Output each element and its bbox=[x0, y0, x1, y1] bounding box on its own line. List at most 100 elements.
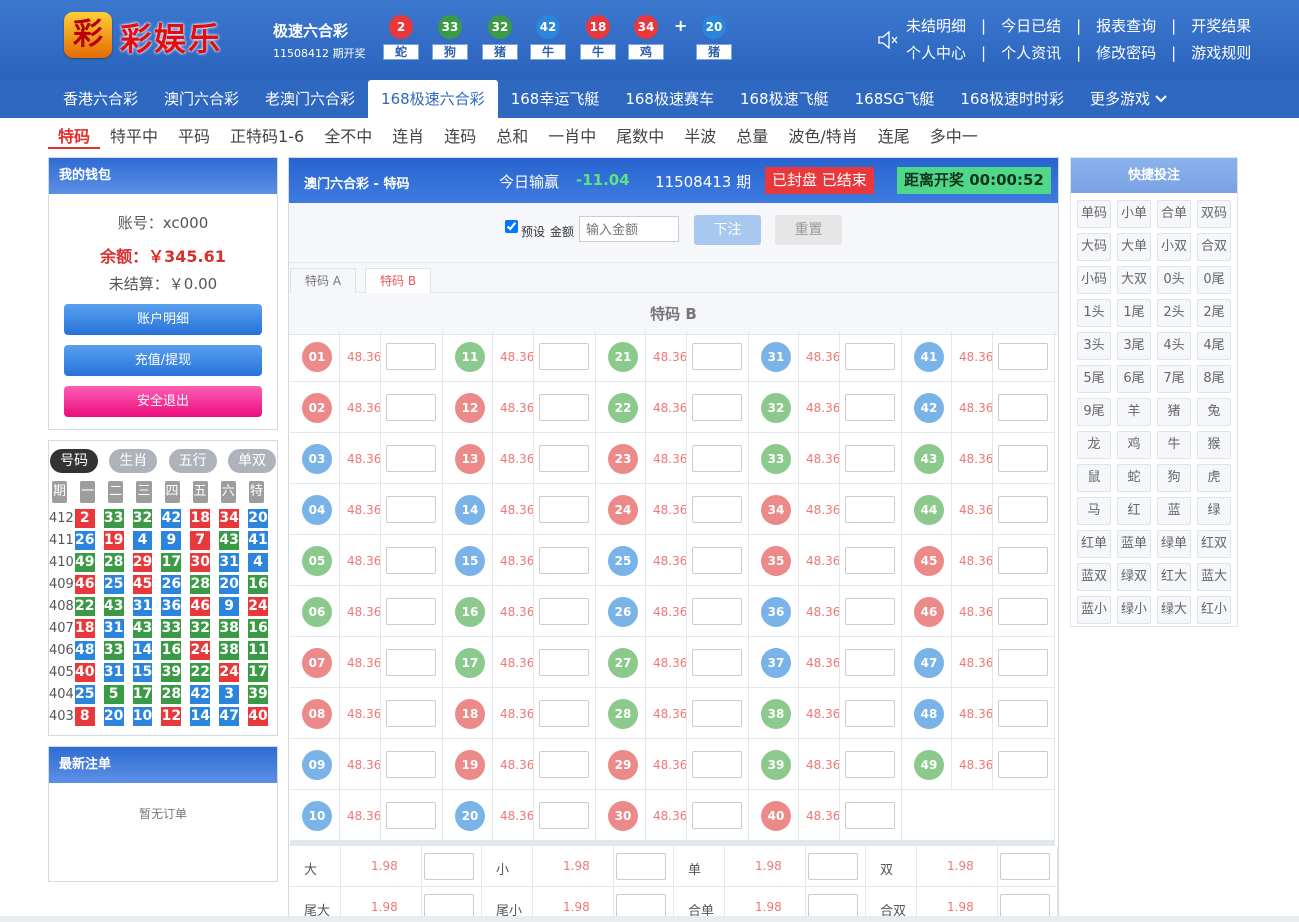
top-link[interactable]: 修改密码 bbox=[1096, 42, 1156, 63]
quick-bet-item[interactable]: 小双 bbox=[1157, 233, 1191, 261]
quick-bet-item[interactable]: 4尾 bbox=[1197, 332, 1231, 360]
number-ball[interactable]: 16 bbox=[455, 597, 485, 627]
nav-tab[interactable]: 澳门六合彩 bbox=[151, 80, 252, 118]
bet-amount-input[interactable] bbox=[845, 700, 895, 727]
extra-bet-input[interactable] bbox=[616, 853, 666, 880]
recharge-button[interactable]: 充值/提现 bbox=[64, 345, 262, 376]
quick-bet-item[interactable]: 绿小 bbox=[1117, 596, 1151, 624]
number-ball[interactable]: 26 bbox=[608, 597, 638, 627]
play-type-tab[interactable]: 特平中 bbox=[100, 119, 168, 149]
quick-bet-item[interactable]: 绿大 bbox=[1157, 596, 1191, 624]
bet-amount-input[interactable] bbox=[998, 394, 1048, 421]
quick-bet-item[interactable]: 猪 bbox=[1157, 398, 1191, 426]
number-ball[interactable]: 42 bbox=[914, 393, 944, 423]
number-ball[interactable]: 35 bbox=[761, 546, 791, 576]
quick-bet-item[interactable]: 猴 bbox=[1197, 431, 1231, 459]
quick-bet-item[interactable]: 红双 bbox=[1197, 530, 1231, 558]
play-type-tab[interactable]: 波色/特肖 bbox=[778, 119, 867, 149]
quick-bet-item[interactable]: 0头 bbox=[1157, 266, 1191, 294]
top-link[interactable]: 游戏规则 bbox=[1191, 42, 1251, 63]
amount-input[interactable] bbox=[579, 216, 679, 242]
mute-icon[interactable] bbox=[876, 29, 900, 51]
bet-amount-input[interactable] bbox=[998, 343, 1048, 370]
quick-bet-item[interactable]: 绿单 bbox=[1157, 530, 1191, 558]
number-ball[interactable]: 01 bbox=[302, 342, 332, 372]
number-ball[interactable]: 24 bbox=[608, 495, 638, 525]
nav-tab[interactable]: 168极速时时彩 bbox=[947, 80, 1077, 118]
quick-bet-item[interactable]: 绿双 bbox=[1117, 563, 1151, 591]
nav-tab[interactable]: 香港六合彩 bbox=[50, 80, 151, 118]
history-tab[interactable]: 生肖 bbox=[109, 449, 158, 473]
quick-bet-item[interactable]: 蓝大 bbox=[1197, 563, 1231, 591]
bet-amount-input[interactable] bbox=[998, 496, 1048, 523]
bet-amount-input[interactable] bbox=[692, 343, 742, 370]
bet-amount-input[interactable] bbox=[692, 751, 742, 778]
preset-checkbox[interactable] bbox=[505, 220, 518, 233]
bet-amount-input[interactable] bbox=[539, 445, 589, 472]
tab-tema-b[interactable]: 特码 B bbox=[365, 268, 432, 293]
bet-amount-input[interactable] bbox=[386, 598, 436, 625]
bet-amount-input[interactable] bbox=[386, 547, 436, 574]
number-ball[interactable]: 43 bbox=[914, 444, 944, 474]
quick-bet-item[interactable]: 3头 bbox=[1077, 332, 1111, 360]
quick-bet-item[interactable]: 红单 bbox=[1077, 530, 1111, 558]
quick-bet-item[interactable]: 3尾 bbox=[1117, 332, 1151, 360]
number-ball[interactable]: 44 bbox=[914, 495, 944, 525]
top-link[interactable]: 个人中心 bbox=[906, 42, 966, 63]
quick-bet-item[interactable]: 蛇 bbox=[1117, 464, 1151, 492]
number-ball[interactable]: 05 bbox=[302, 546, 332, 576]
history-tab[interactable]: 单双 bbox=[227, 449, 276, 473]
top-link[interactable]: 未结明细 bbox=[906, 15, 966, 36]
number-ball[interactable]: 48 bbox=[914, 699, 944, 729]
nav-tab[interactable]: 168幸运飞艇 bbox=[498, 80, 613, 118]
number-ball[interactable]: 34 bbox=[761, 495, 791, 525]
number-ball[interactable]: 33 bbox=[761, 444, 791, 474]
number-ball[interactable]: 15 bbox=[455, 546, 485, 576]
play-type-tab[interactable]: 半波 bbox=[674, 119, 726, 149]
number-ball[interactable]: 20 bbox=[455, 801, 485, 831]
bet-amount-input[interactable] bbox=[386, 496, 436, 523]
logout-button[interactable]: 安全退出 bbox=[64, 386, 262, 417]
number-ball[interactable]: 36 bbox=[761, 597, 791, 627]
number-ball[interactable]: 09 bbox=[302, 750, 332, 780]
quick-bet-item[interactable]: 小单 bbox=[1117, 200, 1151, 228]
quick-bet-item[interactable]: 1头 bbox=[1077, 299, 1111, 327]
quick-bet-item[interactable]: 小码 bbox=[1077, 266, 1111, 294]
bet-amount-input[interactable] bbox=[539, 598, 589, 625]
nav-tab[interactable]: 168极速赛车 bbox=[612, 80, 727, 118]
number-ball[interactable]: 41 bbox=[914, 342, 944, 372]
number-ball[interactable]: 07 bbox=[302, 648, 332, 678]
history-tab[interactable]: 五行 bbox=[168, 449, 217, 473]
quick-bet-item[interactable]: 2尾 bbox=[1197, 299, 1231, 327]
number-ball[interactable]: 29 bbox=[608, 750, 638, 780]
submit-bet-button[interactable]: 下注 bbox=[694, 215, 761, 245]
bet-amount-input[interactable] bbox=[998, 700, 1048, 727]
quick-bet-item[interactable]: 9尾 bbox=[1077, 398, 1111, 426]
bet-amount-input[interactable] bbox=[998, 598, 1048, 625]
quick-bet-item[interactable]: 蓝 bbox=[1157, 497, 1191, 525]
number-ball[interactable]: 21 bbox=[608, 342, 638, 372]
bet-amount-input[interactable] bbox=[692, 496, 742, 523]
number-ball[interactable]: 38 bbox=[761, 699, 791, 729]
bet-amount-input[interactable] bbox=[692, 598, 742, 625]
bet-amount-input[interactable] bbox=[998, 547, 1048, 574]
top-link[interactable]: 开奖结果 bbox=[1191, 15, 1251, 36]
bet-amount-input[interactable] bbox=[386, 751, 436, 778]
number-ball[interactable]: 46 bbox=[914, 597, 944, 627]
bet-amount-input[interactable] bbox=[386, 343, 436, 370]
quick-bet-item[interactable]: 牛 bbox=[1157, 431, 1191, 459]
number-ball[interactable]: 17 bbox=[455, 648, 485, 678]
number-ball[interactable]: 49 bbox=[914, 750, 944, 780]
number-ball[interactable]: 45 bbox=[914, 546, 944, 576]
bet-amount-input[interactable] bbox=[539, 343, 589, 370]
bet-amount-input[interactable] bbox=[386, 394, 436, 421]
quick-bet-item[interactable]: 8尾 bbox=[1197, 365, 1231, 393]
quick-bet-item[interactable]: 鼠 bbox=[1077, 464, 1111, 492]
bet-amount-input[interactable] bbox=[539, 802, 589, 829]
quick-bet-item[interactable]: 合单 bbox=[1157, 200, 1191, 228]
number-ball[interactable]: 25 bbox=[608, 546, 638, 576]
bet-amount-input[interactable] bbox=[998, 751, 1048, 778]
bet-amount-input[interactable] bbox=[845, 496, 895, 523]
bet-amount-input[interactable] bbox=[386, 700, 436, 727]
bet-amount-input[interactable] bbox=[539, 394, 589, 421]
